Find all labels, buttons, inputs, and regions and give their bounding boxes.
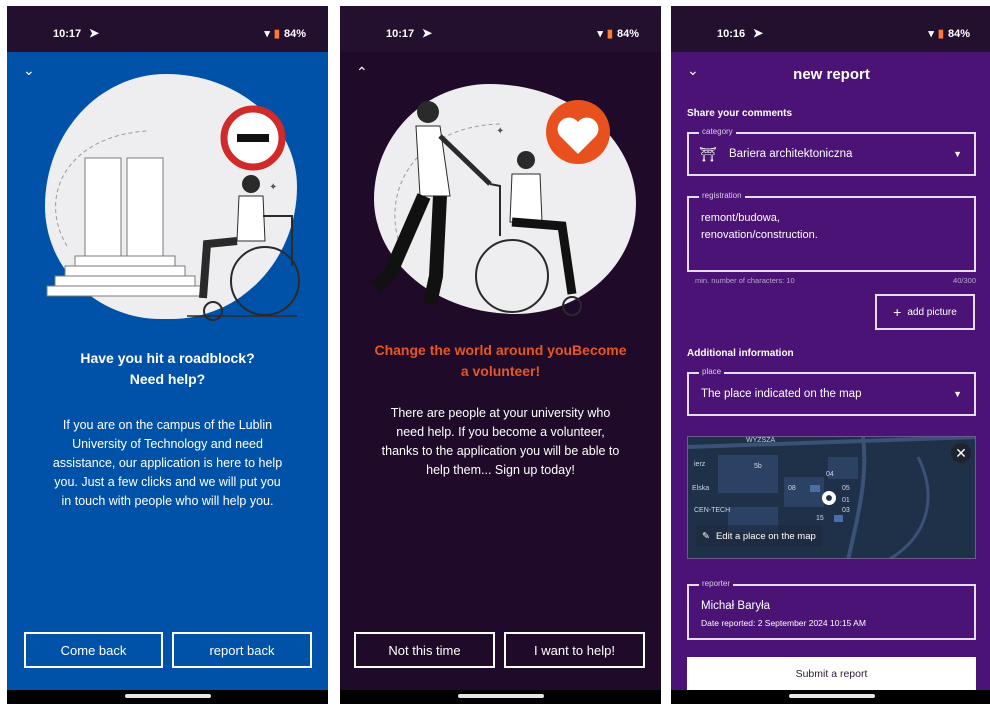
screen-description: There are people at your university who …: [381, 406, 620, 477]
character-counter: 40/300: [953, 276, 976, 285]
registration-line: remont/budowa,: [701, 212, 780, 224]
map-label: 5b: [754, 463, 762, 470]
registration-label: registration: [699, 191, 745, 200]
reporter-label: reporter: [699, 579, 734, 588]
additional-info-heading: Additional information: [687, 348, 794, 359]
send-icon: ➤: [89, 26, 100, 40]
come-back-button[interactable]: Come back: [24, 632, 163, 668]
battery-icon: ▮: [937, 28, 944, 40]
add-picture-button[interactable]: + add picture: [875, 294, 975, 330]
gesture-bar: [340, 690, 661, 704]
wifi-icon: ▾: [264, 28, 270, 40]
status-bar: 10:16 ➤ ▾ ▮ 84%: [671, 6, 990, 52]
dropdown-arrow-icon: ▼: [953, 149, 962, 159]
status-bar: 10:17 ➤ ▾ ▮ 84%: [340, 6, 661, 52]
svg-text:✦: ✦: [496, 126, 504, 137]
app-header: ⌄ new report: [671, 52, 990, 92]
page-title: new report: [793, 66, 870, 83]
not-this-time-button[interactable]: Not this time: [354, 632, 495, 668]
map-label: 04: [826, 471, 834, 478]
registration-line: renovation/construction.: [701, 229, 818, 241]
screen-description: If you are on the campus of the Lublin U…: [52, 418, 283, 508]
send-icon: ➤: [753, 26, 764, 40]
map-label: WYZSZA: [746, 437, 776, 444]
map-label: 03: [842, 507, 850, 514]
reporter-field: reporter Michał Baryła Date reported: 2 …: [687, 579, 976, 640]
report-back-button[interactable]: report back: [172, 632, 312, 668]
dropdown-arrow-icon: ▼: [953, 389, 962, 399]
roadblock-illustration: ✦: [46, 105, 300, 321]
volunteer-illustration: ✦: [371, 100, 610, 316]
map-label: ierz: [694, 461, 706, 468]
screen-title: Have you hit a roadblock? Need help?: [80, 350, 255, 387]
map-label: 08: [788, 485, 796, 492]
share-comments-heading: Share your comments: [687, 108, 793, 119]
edit-place-button[interactable]: ✎ Edit a place on the map: [696, 525, 822, 547]
place-value: The place indicated on the map: [701, 388, 862, 400]
category-value: Bariera architektoniczna: [729, 148, 853, 160]
send-icon: ➤: [422, 26, 433, 40]
category-select[interactable]: category ⛩ Bariera architektoniczna ▼: [687, 127, 976, 176]
screen-new-report: 10:16 ➤ ▾ ▮ 84% ⌄ new report Share your co…: [671, 6, 990, 704]
map-pin-icon: [822, 491, 836, 505]
wifi-icon: ▾: [928, 28, 934, 40]
place-select[interactable]: place The place indicated on the map ▼: [687, 367, 976, 416]
battery-percent: 84%: [947, 28, 970, 40]
status-time: 10:16: [717, 28, 746, 40]
plus-icon: +: [893, 304, 902, 320]
status-time: 10:17: [386, 28, 415, 40]
report-date: Date reported: 2 September 2024 10:15 AM: [701, 618, 866, 628]
add-picture-label: add picture: [907, 306, 957, 318]
edit-place-label: Edit a place on the map: [715, 530, 816, 542]
map-label: 01: [842, 497, 850, 504]
screen-title: Change the world around youBecome a volu…: [374, 342, 627, 379]
submit-report-button[interactable]: Submit a report: [687, 657, 976, 691]
screen-volunteer: 10:17 ➤ ▾ ▮ 84% ⌃ ✦ Change the world aroun…: [340, 6, 661, 704]
reporter-name: Michał Baryła: [701, 600, 771, 612]
battery-icon: ▮: [273, 28, 280, 40]
map-label: 05: [842, 485, 850, 492]
status-bar: 10:17 ➤ ▾ ▮ 84%: [7, 6, 328, 52]
svg-text:✦: ✦: [269, 182, 277, 193]
map-preview[interactable]: WYZSZA ierz Elska CEN-TECH 5b 08 04 05 0…: [687, 436, 976, 559]
status-time: 10:17: [53, 28, 82, 40]
gesture-bar: [671, 690, 990, 704]
battery-icon: ▮: [606, 28, 613, 40]
battery-percent: 84%: [616, 28, 639, 40]
wifi-icon: ▾: [597, 28, 603, 40]
registration-textarea[interactable]: registration remont/budowa, renovation/c…: [687, 191, 976, 272]
category-label: category: [699, 127, 736, 136]
close-icon[interactable]: ✕: [951, 443, 971, 463]
screen-roadblock: 10:17 ➤ ▾ ▮ 84% ⌄ ✦ Have you hit a roadblo…: [7, 6, 328, 704]
min-characters-hint: min. number of characters: 10: [695, 276, 795, 285]
battery-percent: 84%: [283, 28, 306, 40]
want-to-help-button[interactable]: I want to help!: [504, 632, 645, 668]
map-label: 15: [816, 515, 824, 522]
gesture-bar: [7, 690, 328, 704]
place-label: place: [699, 367, 725, 376]
map-edit-icon: ✎: [702, 530, 710, 542]
map-label: CEN-TECH: [694, 507, 731, 514]
map-label: Elska: [692, 485, 710, 492]
barrier-icon: ⛩: [699, 146, 717, 162]
